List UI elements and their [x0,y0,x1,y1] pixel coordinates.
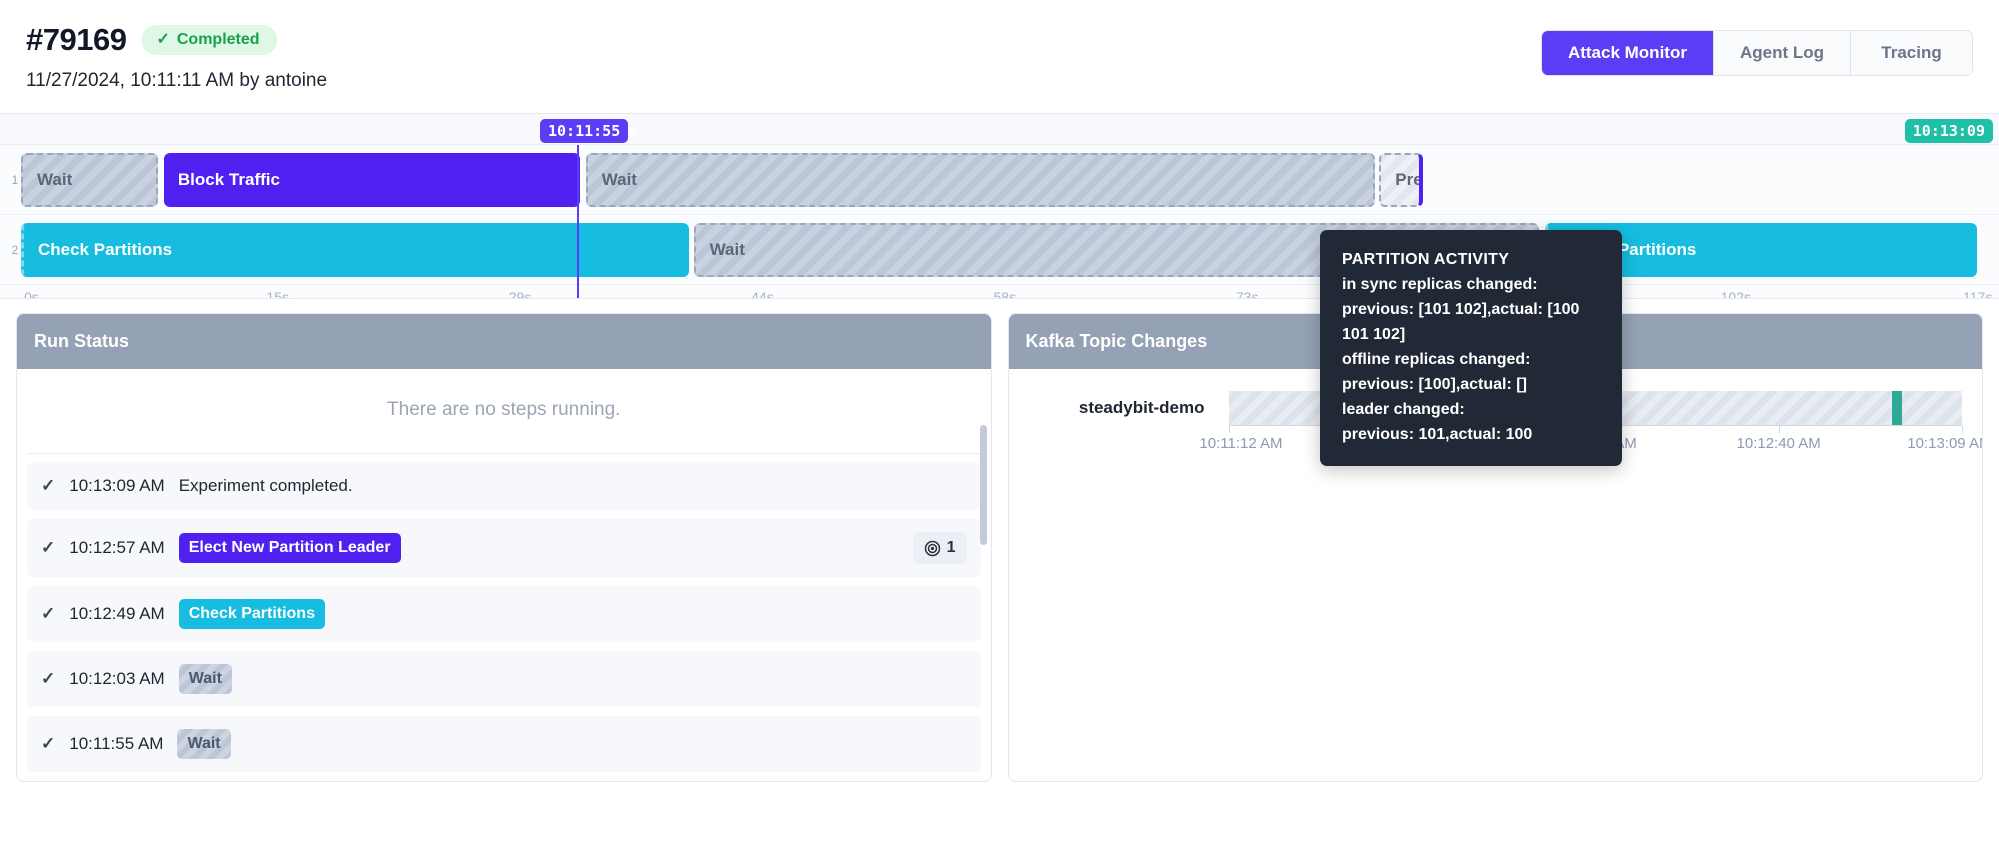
kafka-tick-mark [1778,426,1780,433]
run-status-panel: Run Status There are no steps running. ✓… [16,313,992,782]
partition-activity-tooltip: PARTITION ACTIVITY in sync replicas chan… [1320,230,1622,466]
page-header: #79169 ✓ Completed 11/27/2024, 10:11:11 … [0,0,1999,114]
log-entry-time: 10:12:49 AM [69,604,165,623]
run-status-body: There are no steps running. ✓ 10:13:09 AM… [17,369,991,772]
tab-agent-log[interactable]: Agent Log [1712,31,1850,75]
cursor-time-badge: 10:11:55 [540,119,629,143]
status-badge-label: Completed [176,31,260,48]
timeline-bar-block-traffic[interactable]: Block Traffic [163,153,580,207]
timeline-tick-label: 29s [508,289,532,299]
no-steps-message: There are no steps running. [27,369,981,454]
tooltip-line: in sync replicas changed: [1342,275,1538,293]
page-title: #79169 [26,22,127,57]
log-entry-time: 10:12:57 AM [69,538,165,557]
timeline-topbar: AM 10:11:55 10:13:09 [0,114,1999,145]
log-entry[interactable]: ✓ 10:11:55 AM Wait [27,716,981,772]
end-time-badge: 10:13:09 [1904,119,1993,143]
log-entry[interactable]: ✓ 10:12:57 AM Elect New Partition Leader 1 [27,519,981,577]
run-status-title: Run Status [17,314,991,369]
log-entry-time: 10:13:09 AM [69,476,165,495]
kafka-tick-mark [1962,426,1963,433]
log-entry-time: 10:11:55 AM [69,734,164,753]
log-entry-chip[interactable]: Check Partitions [178,599,325,629]
timeline-tick-label: 15s [266,289,289,299]
timeline-axis: 0s15s29s44s58s73s88s102s117s [0,285,1999,299]
timeline-bar-wait[interactable]: Wait [585,153,1376,207]
run-status-scrollbar[interactable] [979,425,987,545]
panels-container: Run Status There are no steps running. ✓… [0,299,1999,782]
target-icon [924,540,940,556]
log-entry-text: Experiment completed. [178,476,353,495]
timeline-tick-label: 58s [993,289,1017,299]
tab-attack-monitor[interactable]: Attack Monitor [1541,31,1713,75]
timeline-tick-label: 73s [1235,289,1259,299]
target-count-value: 1 [946,539,956,556]
tooltip-line: previous: [101 102],actual: [100 101 102… [1342,300,1580,343]
timeline-row: 1 Wait Block Traffic Wait Pre [0,145,1999,215]
check-icon: ✓ [41,734,56,753]
kafka-tick-label: 10:12:40 AM [1736,435,1821,452]
check-icon: ✓ [41,669,56,688]
timeline-bar-wait[interactable]: Wait [20,153,158,207]
log-entry[interactable]: ✓ 10:12:49 AM Check Partitions [27,586,981,642]
check-icon: ✓ [41,476,56,495]
kafka-tick-label: 10:13:09 AM [1907,435,1982,452]
log-entry-chip[interactable]: Wait [178,664,232,694]
timeline-tick-label: 44s [751,289,774,299]
tooltip-line: previous: 101,actual: 100 [1342,425,1533,443]
log-entry-chip[interactable]: Elect New Partition Leader [178,533,401,563]
log-entry[interactable]: ✓ 10:13:09 AM Experiment completed. [27,462,981,510]
target-count-badge[interactable]: 1 [912,532,967,564]
log-entry-time: 10:12:03 AM [69,669,165,688]
timeline-tick-label: 117s [1963,289,1993,299]
kafka-event-marker[interactable] [1892,391,1902,425]
kafka-topic-label: steadybit-demo [1078,398,1205,417]
attack-timeline: AM 10:11:55 10:13:09 1 Wait Block Traffi… [0,114,1999,299]
check-icon: ✓ [41,538,56,557]
timeline-cursor-line[interactable] [577,145,579,298]
tooltip-title: PARTITION ACTIVITY [1342,251,1510,268]
check-icon: ✓ [156,31,170,48]
run-status-log-list: ✓ 10:13:09 AM Experiment completed. ✓ 10:12:… [17,454,991,772]
kafka-tick-label: 10:11:12 AM [1199,435,1283,452]
check-icon: ✓ [41,604,56,623]
tooltip-line: previous: [100],actual: [] [1342,375,1527,393]
log-entry-chip[interactable]: Wait [177,729,231,759]
log-entry[interactable]: ✓ 10:12:03 AM Wait [27,651,981,707]
timeline-bar-prepare[interactable]: Pre [1379,153,1424,207]
tooltip-line: offline replicas changed: [1342,350,1531,368]
tooltip-line: leader changed: [1342,400,1465,418]
tab-tracing[interactable]: Tracing [1850,31,1972,75]
status-badge: ✓ Completed [142,25,277,55]
timeline-tick-label: 102s [1720,289,1751,299]
timeline-tick-label: 0s [24,289,39,299]
kafka-tick-mark [1228,426,1230,433]
timeline-row: 2 Check Partitions Wait Check Partitions [0,215,1999,285]
view-tabs: Attack Monitor Agent Log Tracing [1540,30,1973,76]
timeline-bar-check-partitions[interactable]: Check Partitions [20,223,689,277]
